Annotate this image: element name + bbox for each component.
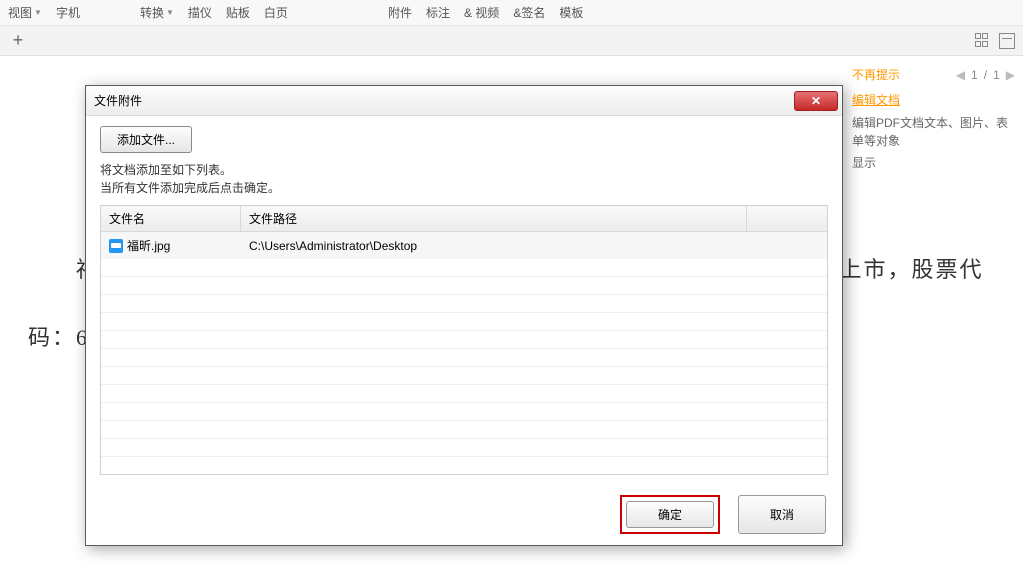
image-file-icon [109, 239, 123, 253]
panel-desc1: 编辑PDF文档文本、图片、表单等对象 [852, 112, 1015, 152]
toolbar-view[interactable]: 视图▼ [8, 4, 42, 21]
table-header: 文件名 文件路径 [101, 206, 827, 232]
cell-filename: 福昕.jpg [127, 237, 170, 254]
toolbar-group-3: 附件 标注 & 视频 &签名 模板 [388, 4, 583, 21]
panel-desc2: 显示 [852, 152, 1015, 174]
empty-row [101, 277, 827, 295]
ok-highlight-box: 确定 [620, 495, 720, 534]
dialog-footer: 确定 取消 [86, 485, 842, 544]
page-total: 1 [993, 68, 1000, 82]
empty-row [101, 439, 827, 457]
dialog-body: 添加文件... 将文档添加至如下列表。 当所有文件添加完成后点击确定。 文件名 … [86, 116, 842, 485]
ok-button[interactable]: 确定 [626, 501, 714, 528]
th-extra[interactable] [747, 206, 827, 231]
empty-row [101, 457, 827, 475]
tray-icon[interactable] [999, 33, 1015, 49]
file-attachment-dialog: 文件附件 ✕ 添加文件... 将文档添加至如下列表。 当所有文件添加完成后点击确… [85, 85, 843, 546]
edit-doc-link[interactable]: 编辑文档 [852, 87, 1015, 112]
toolbar-attachment[interactable]: 附件 [388, 4, 412, 21]
content-area: 不再提示 ◀ 1 / 1 ▶ 编辑文档 编辑PDF文档文本、图片、表单等对象 显… [0, 56, 1023, 567]
empty-row [101, 331, 827, 349]
empty-row [101, 385, 827, 403]
th-filepath[interactable]: 文件路径 [241, 206, 747, 231]
add-file-button[interactable]: 添加文件... [100, 126, 192, 153]
tab-bar: + [0, 26, 1023, 56]
toolbar-convert[interactable]: 转换▼ [140, 4, 174, 21]
empty-row [101, 349, 827, 367]
new-tab-button[interactable]: + [8, 30, 28, 51]
toolbar-blank[interactable]: 白页 [264, 4, 288, 21]
toolbar-font[interactable]: 字机 [56, 4, 80, 21]
empty-row [101, 367, 827, 385]
dialog-description: 将文档添加至如下列表。 当所有文件添加完成后点击确定。 [100, 161, 828, 197]
toolbar-clipboard[interactable]: 贴板 [226, 4, 250, 21]
file-table: 文件名 文件路径 福昕.jpg C:\Users\Administrator\D… [100, 205, 828, 475]
prev-page-icon[interactable]: ◀ [956, 68, 965, 82]
next-page-icon[interactable]: ▶ [1006, 68, 1015, 82]
toolbar-group-2: 转换▼ 描仪 贴板 白页 [140, 4, 288, 21]
empty-row [101, 421, 827, 439]
th-filename[interactable]: 文件名 [101, 206, 241, 231]
dropdown-icon: ▼ [34, 8, 42, 17]
toolbar-scanner[interactable]: 描仪 [188, 4, 212, 21]
close-button[interactable]: ✕ [794, 91, 838, 111]
main-toolbar: 视图▼ 字机 转换▼ 描仪 贴板 白页 附件 标注 & 视频 &签名 模板 [0, 0, 1023, 26]
toolbar-annotate[interactable]: 标注 [426, 4, 450, 21]
cell-filepath: C:\Users\Administrator\Desktop [241, 237, 827, 255]
dialog-titlebar[interactable]: 文件附件 ✕ [86, 86, 842, 116]
toolbar-template[interactable]: 模板 [559, 4, 583, 21]
no-hint-link[interactable]: 不再提示 [852, 66, 900, 83]
tabbar-right-icons [975, 33, 1015, 49]
page-current: 1 [971, 68, 978, 82]
table-row[interactable]: 福昕.jpg C:\Users\Administrator\Desktop [101, 232, 827, 259]
empty-row [101, 259, 827, 277]
pager: ◀ 1 / 1 ▶ [956, 68, 1015, 82]
toolbar-group-1: 视图▼ 字机 [8, 4, 80, 21]
dialog-title-text: 文件附件 [94, 92, 142, 109]
empty-row [101, 313, 827, 331]
toolbar-signature[interactable]: &签名 [513, 4, 545, 21]
right-panel: 不再提示 ◀ 1 / 1 ▶ 编辑文档 编辑PDF文档文本、图片、表单等对象 显… [843, 56, 1023, 180]
grid-view-icon[interactable] [975, 33, 991, 49]
empty-row [101, 403, 827, 421]
toolbar-video[interactable]: & 视频 [464, 4, 499, 21]
cancel-button[interactable]: 取消 [738, 495, 826, 534]
dropdown-icon: ▼ [166, 8, 174, 17]
empty-row [101, 295, 827, 313]
